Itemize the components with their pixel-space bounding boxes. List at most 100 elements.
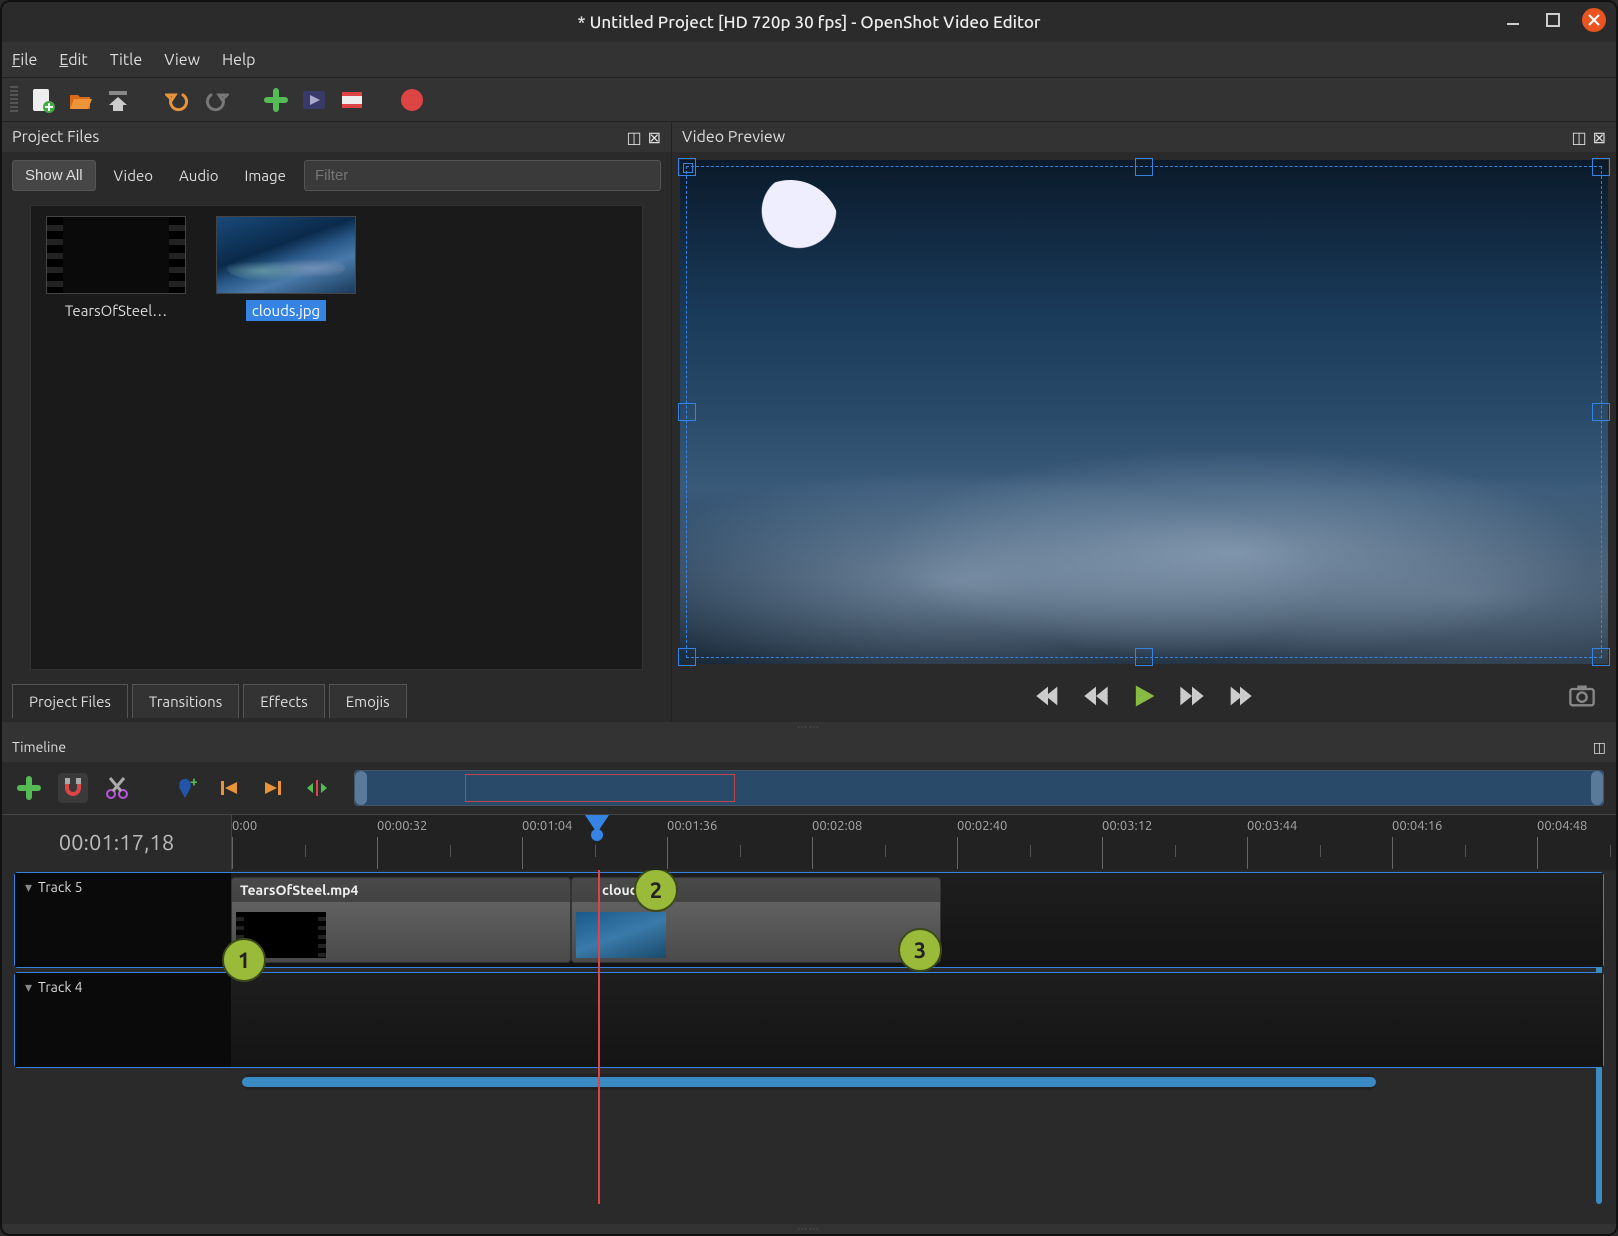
- open-project-icon[interactable]: [66, 86, 94, 114]
- rewind-icon[interactable]: [1082, 682, 1110, 713]
- fullscreen-icon[interactable]: [338, 86, 366, 114]
- import-files-icon[interactable]: [262, 86, 290, 114]
- bottom-splitter[interactable]: [2, 1224, 1616, 1234]
- next-marker-icon[interactable]: [258, 773, 288, 803]
- timeline-overview[interactable]: [354, 770, 1604, 806]
- show-all-button[interactable]: Show All: [12, 160, 96, 191]
- play-icon[interactable]: [1130, 682, 1158, 713]
- add-marker-icon[interactable]: +: [170, 773, 200, 803]
- fast-forward-icon[interactable]: [1178, 682, 1206, 713]
- tab-emojis[interactable]: Emojis: [329, 684, 407, 718]
- minimize-button[interactable]: [1502, 9, 1524, 31]
- ruler-tick: 0:00: [232, 819, 257, 833]
- save-project-icon[interactable]: [104, 86, 132, 114]
- ruler-tick: 00:03:12: [1102, 819, 1152, 833]
- ruler-tick: 00:01:04: [522, 819, 572, 833]
- filter-input[interactable]: [304, 160, 661, 191]
- new-project-icon[interactable]: [28, 86, 56, 114]
- ruler-tick: 00:03:44: [1247, 819, 1297, 833]
- center-playhead-icon[interactable]: [302, 773, 332, 803]
- track-label: Track 4: [38, 979, 82, 995]
- annotation-badge: 1: [222, 938, 266, 982]
- file-thumbnail: [46, 216, 186, 294]
- menu-bar: File Edit Title View Help: [2, 42, 1616, 78]
- timeline-panel-title: Timeline ◫: [2, 732, 1616, 762]
- profile-icon[interactable]: [300, 86, 328, 114]
- ruler-tick: 00:04:16: [1392, 819, 1442, 833]
- filter-image[interactable]: Image: [237, 161, 294, 190]
- redo-icon[interactable]: [202, 86, 230, 114]
- ruler-tick: 00:04:48: [1537, 819, 1587, 833]
- overview-region[interactable]: [465, 774, 735, 802]
- window-title: * Untitled Project [HD 720p 30 fps] - Op…: [577, 13, 1040, 32]
- file-item[interactable]: TearsOfSteel…: [41, 216, 191, 321]
- menu-file[interactable]: File: [12, 51, 37, 69]
- horizontal-splitter[interactable]: [2, 722, 1616, 732]
- maximize-button[interactable]: [1542, 9, 1564, 31]
- horizontal-scrollbar[interactable]: [242, 1074, 1376, 1090]
- ruler-tick: 00:01:36: [667, 819, 717, 833]
- undo-icon[interactable]: [164, 86, 192, 114]
- tab-transitions[interactable]: Transitions: [132, 684, 239, 718]
- menu-view[interactable]: View: [164, 51, 200, 69]
- video-preview[interactable]: [680, 160, 1608, 664]
- snapshot-icon[interactable]: [1568, 682, 1596, 713]
- snap-icon[interactable]: [58, 773, 88, 803]
- playhead-line[interactable]: [598, 870, 600, 1204]
- track-content[interactable]: [231, 973, 1603, 1067]
- timecode-display: 00:01:17,18: [2, 815, 232, 870]
- ruler-tick: 00:00:32: [377, 819, 427, 833]
- toolbar-grip[interactable]: [10, 86, 18, 114]
- add-track-icon[interactable]: [14, 773, 44, 803]
- tab-project-files[interactable]: Project Files: [12, 684, 128, 718]
- playhead-marker[interactable]: [585, 815, 609, 833]
- filter-audio[interactable]: Audio: [171, 161, 227, 190]
- main-toolbar: [2, 78, 1616, 122]
- chevron-down-icon[interactable]: ▾: [25, 879, 32, 896]
- jump-start-icon[interactable]: [1034, 682, 1062, 713]
- ruler-tick: 00:02:08: [812, 819, 862, 833]
- export-icon[interactable]: [398, 86, 426, 114]
- project-files-area[interactable]: TearsOfSteel… clouds.jpg: [30, 205, 643, 670]
- timeline-clip[interactable]: clouds.jpg: [571, 877, 941, 963]
- title-bar: * Untitled Project [HD 720p 30 fps] - Op…: [2, 2, 1616, 42]
- tracks-area: ▾ Track 5 TearsOfSteel.mp4 clouds.jpg: [2, 870, 1616, 1224]
- file-label: TearsOfSteel…: [59, 300, 173, 321]
- ruler-tick: 00:02:40: [957, 819, 1007, 833]
- file-thumbnail: [216, 216, 356, 294]
- track-header[interactable]: ▾ Track 4: [15, 973, 231, 1067]
- left-panel-tabs: Project Files Transitions Effects Emojis: [2, 680, 671, 722]
- tab-effects[interactable]: Effects: [243, 684, 325, 718]
- detach-panel-icon[interactable]: ◫: [1593, 739, 1606, 755]
- timeline-clip[interactable]: TearsOfSteel.mp4: [231, 877, 571, 963]
- track-label: Track 5: [38, 879, 82, 895]
- close-panel-icon[interactable]: ⊠: [1593, 128, 1606, 147]
- razor-icon[interactable]: [102, 773, 132, 803]
- chevron-down-icon[interactable]: ▾: [25, 979, 32, 996]
- track-row: ▾ Track 4: [14, 972, 1604, 1068]
- file-label: clouds.jpg: [246, 300, 326, 321]
- clip-thumbnail: [576, 912, 666, 958]
- menu-help[interactable]: Help: [222, 51, 256, 69]
- file-item[interactable]: clouds.jpg: [211, 216, 361, 321]
- detach-panel-icon[interactable]: ◫: [1571, 128, 1586, 147]
- jump-end-icon[interactable]: [1226, 682, 1254, 713]
- menu-title[interactable]: Title: [110, 51, 142, 69]
- close-button[interactable]: [1582, 8, 1606, 32]
- timeline-ruler[interactable]: 0:00 00:00:32 00:01:04 00:01:36 00:02:08 00:0…: [232, 815, 1616, 870]
- project-files-panel-title: Project Files ◫ ⊠: [2, 122, 671, 152]
- close-panel-icon[interactable]: ⊠: [648, 128, 661, 147]
- clip-label: TearsOfSteel.mp4: [232, 878, 570, 902]
- video-preview-panel-title: Video Preview ◫ ⊠: [672, 122, 1616, 152]
- preview-frame: [680, 160, 1608, 664]
- detach-panel-icon[interactable]: ◫: [626, 128, 641, 147]
- timeline-toolbar: +: [2, 762, 1616, 814]
- track-header[interactable]: ▾ Track 5: [15, 873, 231, 967]
- clip-label: clouds.jpg: [572, 878, 940, 902]
- menu-edit[interactable]: Edit: [59, 51, 87, 69]
- prev-marker-icon[interactable]: [214, 773, 244, 803]
- playback-controls: [672, 672, 1616, 722]
- annotation-badge: 2: [634, 870, 678, 912]
- app-window: * Untitled Project [HD 720p 30 fps] - Op…: [0, 0, 1618, 1236]
- filter-video[interactable]: Video: [106, 161, 161, 190]
